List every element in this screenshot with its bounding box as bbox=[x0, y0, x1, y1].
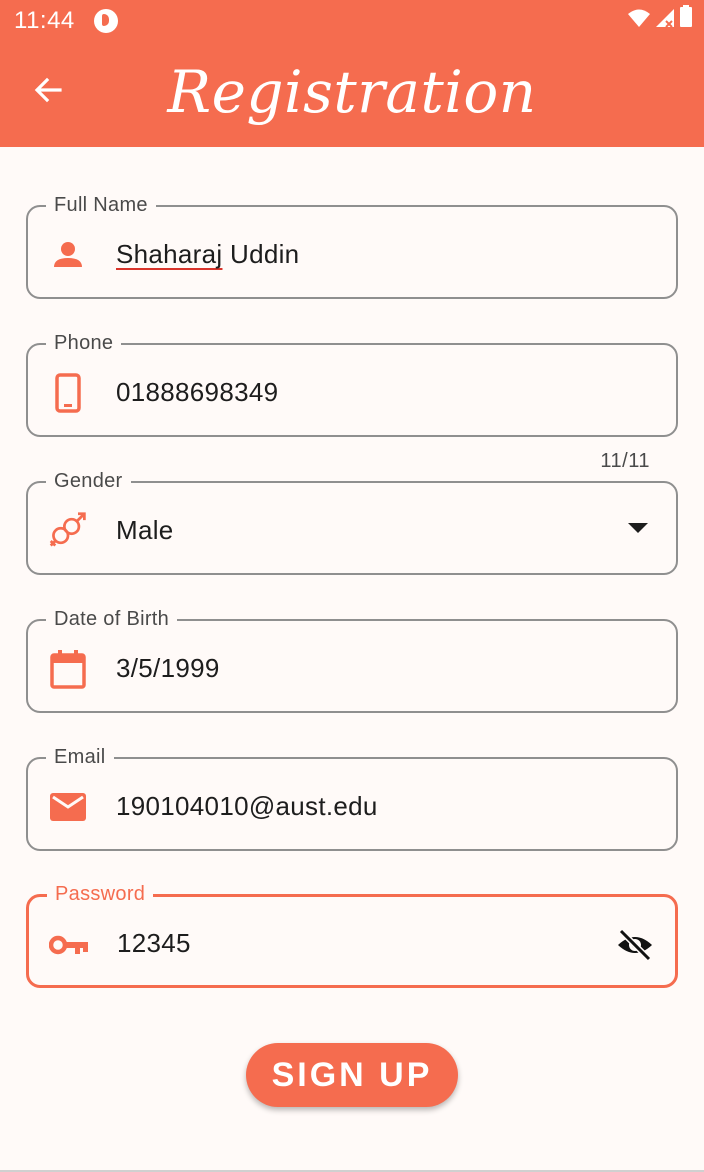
signup-button[interactable]: SIGN UP bbox=[246, 1043, 458, 1107]
gender-field[interactable]: Gender Male bbox=[26, 468, 678, 575]
password-label: Password bbox=[47, 881, 154, 907]
dob-input[interactable]: 3/5/1999 bbox=[116, 651, 220, 685]
status-bar: 11:44 bbox=[0, 0, 704, 42]
status-time: 11:44 bbox=[14, 7, 75, 34]
full-name-field[interactable]: Full Name Shaharaj Uddin bbox=[26, 192, 678, 299]
full-name-label: Full Name bbox=[46, 192, 156, 218]
gender-select-value[interactable]: Male bbox=[116, 513, 174, 547]
status-icons bbox=[628, 5, 692, 32]
chevron-down-icon[interactable] bbox=[628, 523, 648, 533]
email-input[interactable]: 190104010@aust.edu bbox=[116, 789, 378, 823]
key-icon bbox=[49, 925, 89, 965]
page-title: Registration bbox=[167, 58, 537, 126]
phone-counter: 11/11 bbox=[600, 450, 650, 472]
smartphone-icon bbox=[48, 373, 88, 413]
dob-field[interactable]: Date of Birth 3/5/1999 bbox=[26, 606, 678, 713]
app-bar: Registration bbox=[0, 42, 704, 147]
phone-input[interactable]: 01888698349 bbox=[116, 375, 278, 409]
phone-label: Phone bbox=[46, 330, 122, 356]
signal-icon bbox=[656, 9, 674, 32]
phone-field[interactable]: Phone 01888698349 bbox=[26, 330, 678, 437]
battery-icon bbox=[680, 5, 692, 32]
visibility-off-icon[interactable] bbox=[613, 923, 657, 967]
wifi-icon bbox=[628, 9, 650, 32]
dob-label: Date of Birth bbox=[46, 606, 178, 632]
gender-label: Gender bbox=[46, 468, 131, 494]
app-notification-icon bbox=[94, 9, 118, 33]
full-name-input[interactable]: Shaharaj Uddin bbox=[116, 237, 299, 271]
mail-icon bbox=[48, 787, 88, 827]
person-icon bbox=[48, 235, 88, 275]
password-field[interactable]: Password 12345 bbox=[26, 881, 678, 988]
full-name-first: Shaharaj bbox=[116, 239, 223, 269]
email-field[interactable]: Email 190104010@aust.edu bbox=[26, 744, 678, 851]
full-name-rest: Uddin bbox=[222, 239, 300, 269]
gender-icon bbox=[48, 511, 88, 551]
password-input[interactable]: 12345 bbox=[117, 926, 191, 960]
calendar-icon bbox=[48, 649, 88, 689]
email-label: Email bbox=[46, 744, 114, 770]
